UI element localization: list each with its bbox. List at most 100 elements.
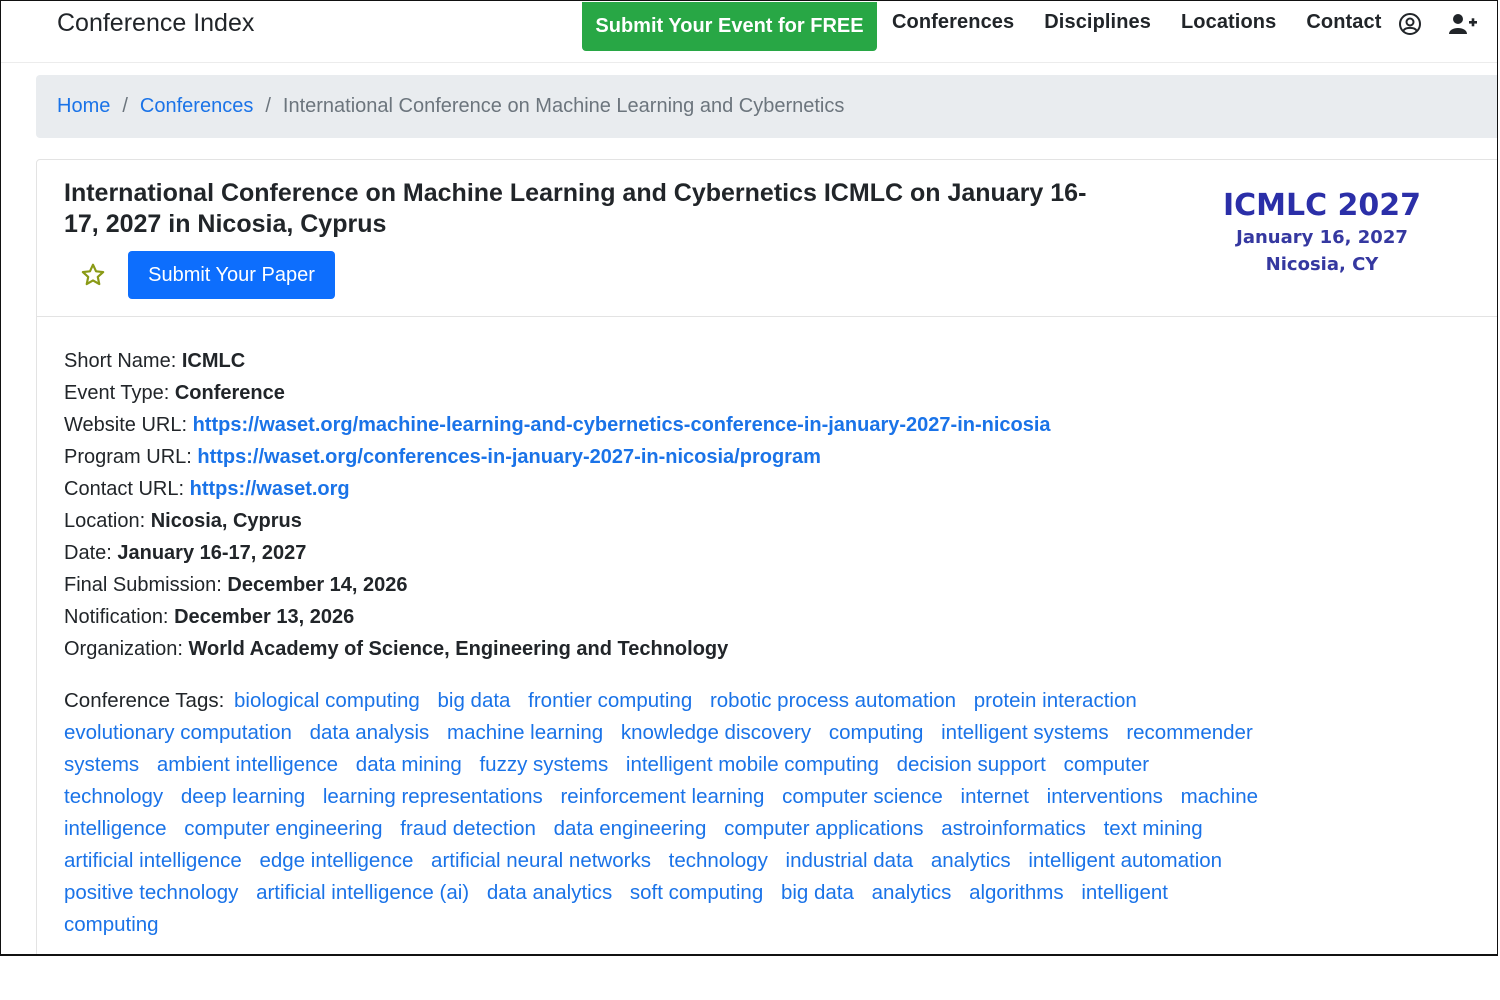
detail-value: January 16-17, 2027 <box>117 542 307 564</box>
breadcrumb-separator: / <box>122 95 128 117</box>
detail-final-submission: Final Submission: December 14, 2026 <box>64 569 1051 601</box>
tag-link[interactable]: evolutionary computation <box>64 721 292 744</box>
breadcrumb-separator: / <box>265 95 271 117</box>
detail-value: ICMLC <box>181 350 246 372</box>
tag-link[interactable]: biological computing <box>234 689 420 712</box>
tag-link[interactable]: intelligent mobile computing <box>626 753 879 776</box>
tag-link[interactable]: intelligent systems <box>941 721 1108 744</box>
tag-link[interactable]: computer science <box>782 785 943 808</box>
tag-link[interactable]: reinforcement learning <box>560 785 764 808</box>
nav-contact[interactable]: Contact <box>1306 11 1381 34</box>
breadcrumb-home[interactable]: Home <box>57 95 110 118</box>
tag-link[interactable]: internet <box>961 785 1029 808</box>
conference-tags: Conference Tags: biological computing bi… <box>64 685 1264 941</box>
tag-link[interactable]: fraud detection <box>400 817 536 840</box>
tag-link[interactable]: artificial intelligence <box>64 849 242 872</box>
event-logo: ICMLC 2027 January 16, 2027 Nicosia, CY <box>1207 188 1437 278</box>
detail-label: Final Submission: <box>64 574 222 596</box>
top-navbar: Conference Index Submit Your Event for F… <box>1 1 1497 63</box>
detail-website: Website URL: https://waset.org/machine-l… <box>64 409 1051 441</box>
detail-location: Location: Nicosia, Cyprus <box>64 505 1051 537</box>
user-plus-icon[interactable] <box>1449 12 1477 36</box>
brand-link[interactable]: Conference Index <box>57 9 254 38</box>
detail-label: Program URL: <box>64 446 192 468</box>
detail-label: Notification: <box>64 606 169 628</box>
tag-link[interactable]: soft computing <box>630 881 763 904</box>
tag-link[interactable]: astroinformatics <box>941 817 1086 840</box>
tag-link[interactable]: positive technology <box>64 881 238 904</box>
website-link[interactable]: https://waset.org/machine-learning-and-c… <box>193 414 1051 436</box>
tag-link[interactable]: edge intelligence <box>259 849 413 872</box>
contact-link[interactable]: https://waset.org <box>190 478 350 500</box>
detail-program: Program URL: https://waset.org/conferenc… <box>64 441 1051 473</box>
detail-label: Event Type: <box>64 382 170 404</box>
tag-link[interactable]: protein interaction <box>974 689 1137 712</box>
tag-link[interactable]: robotic process automation <box>710 689 956 712</box>
tag-link[interactable]: intelligent automation <box>1028 849 1222 872</box>
detail-notification: Notification: December 13, 2026 <box>64 601 1051 633</box>
tag-link[interactable]: data engineering <box>554 817 707 840</box>
tag-link[interactable]: analytics <box>931 849 1011 872</box>
tags-label: Conference Tags: <box>64 689 225 712</box>
detail-value: Conference <box>174 382 285 404</box>
tag-link[interactable]: artificial intelligence (ai) <box>256 881 469 904</box>
user-circle-icon[interactable] <box>1398 12 1422 36</box>
detail-label: Organization: <box>64 638 183 660</box>
nav-conferences[interactable]: Conferences <box>892 11 1014 34</box>
event-card-header: International Conference on Machine Lear… <box>37 160 1497 317</box>
detail-contact: Contact URL: https://waset.org <box>64 473 1051 505</box>
tag-link[interactable]: big data <box>781 881 854 904</box>
detail-value: December 14, 2026 <box>227 574 408 596</box>
tag-link[interactable]: ambient intelligence <box>157 753 338 776</box>
breadcrumb-current: International Conference on Machine Lear… <box>282 95 845 117</box>
detail-short-name: Short Name: ICMLC <box>64 345 1051 377</box>
breadcrumb: Home / Conferences / International Confe… <box>36 75 1497 138</box>
tag-link[interactable]: frontier computing <box>528 689 692 712</box>
star-icon[interactable] <box>80 262 106 288</box>
logo-place: Nicosia, CY <box>1265 254 1379 275</box>
tag-link[interactable]: analytics <box>872 881 952 904</box>
detail-label: Website URL: <box>64 414 188 436</box>
detail-label: Location: <box>64 510 146 532</box>
detail-label: Contact URL: <box>64 478 185 500</box>
browser-page: Conference Index Submit Your Event for F… <box>0 0 1498 956</box>
tag-link[interactable]: algorithms <box>969 881 1064 904</box>
nav-locations[interactable]: Locations <box>1181 11 1276 34</box>
tag-link[interactable]: computer applications <box>724 817 923 840</box>
tag-link[interactable]: data mining <box>356 753 462 776</box>
tag-link[interactable]: deep learning <box>181 785 305 808</box>
tag-link[interactable]: technology <box>669 849 768 872</box>
detail-event-type: Event Type: Conference <box>64 377 1051 409</box>
tag-link[interactable]: industrial data <box>786 849 914 872</box>
detail-value: World Academy of Science, Engineering an… <box>188 638 729 660</box>
submit-event-button[interactable]: Submit Your Event for FREE <box>582 2 877 51</box>
detail-date: Date: January 16-17, 2027 <box>64 537 1051 569</box>
tag-link[interactable]: decision support <box>897 753 1046 776</box>
tag-link[interactable]: text mining <box>1104 817 1203 840</box>
tag-link[interactable]: computer engineering <box>184 817 382 840</box>
detail-value: Nicosia, Cyprus <box>150 510 302 532</box>
event-title: International Conference on Machine Lear… <box>64 179 1087 238</box>
logo-date: January 16, 2027 <box>1236 227 1408 248</box>
nav-disciplines[interactable]: Disciplines <box>1044 11 1151 34</box>
tag-link[interactable]: knowledge discovery <box>621 721 811 744</box>
detail-organization: Organization: World Academy of Science, … <box>64 633 1051 665</box>
tag-link[interactable]: big data <box>437 689 510 712</box>
tag-link[interactable]: artificial neural networks <box>431 849 651 872</box>
tag-link[interactable]: fuzzy systems <box>479 753 608 776</box>
submit-paper-button[interactable]: Submit Your Paper <box>128 251 335 299</box>
tag-link[interactable]: computing <box>829 721 924 744</box>
breadcrumb-conferences[interactable]: Conferences <box>140 95 253 118</box>
tag-link[interactable]: learning representations <box>323 785 543 808</box>
tag-link[interactable]: data analytics <box>487 881 612 904</box>
program-link[interactable]: https://waset.org/conferences-in-january… <box>197 446 820 468</box>
nav-links: Conferences Disciplines Locations Contac… <box>892 11 1411 34</box>
logo-title: ICMLC 2027 <box>1222 188 1422 223</box>
detail-label: Date: <box>64 542 112 564</box>
detail-label: Short Name: <box>64 350 177 372</box>
tag-link[interactable]: machine learning <box>447 721 603 744</box>
tag-link[interactable]: interventions <box>1047 785 1163 808</box>
event-details: Short Name: ICMLC Event Type: Conference… <box>64 345 1051 665</box>
tag-link[interactable]: data analysis <box>310 721 430 744</box>
detail-value: December 13, 2026 <box>174 606 355 628</box>
